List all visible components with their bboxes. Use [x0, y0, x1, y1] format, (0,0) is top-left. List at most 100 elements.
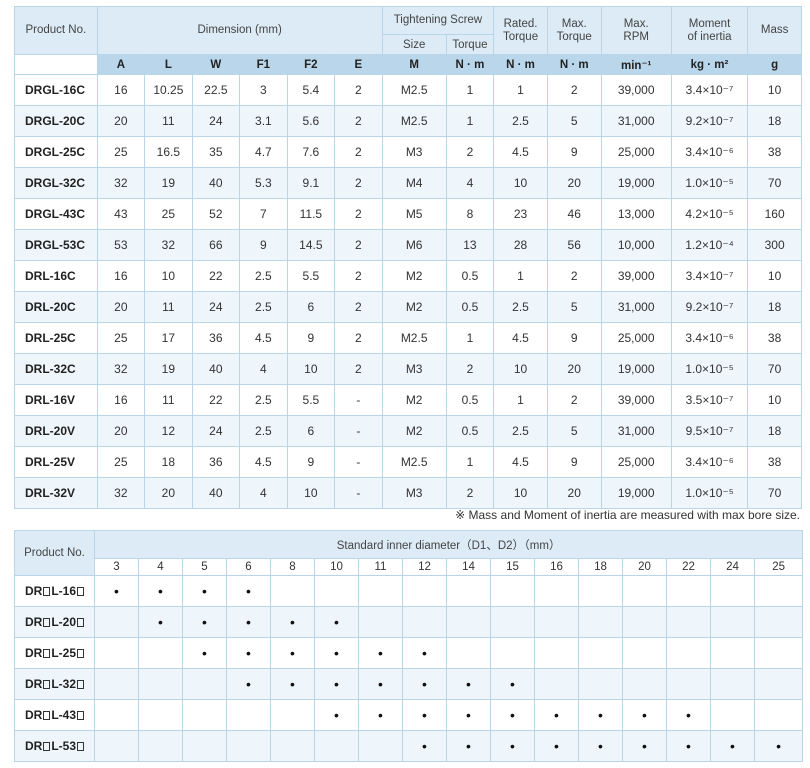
bore-cell: •: [622, 730, 667, 762]
table-cell: 4: [239, 477, 288, 509]
bore-cell: [534, 637, 579, 669]
table-cell: 1.0×10⁻⁵: [670, 477, 749, 509]
available-dot-icon: •: [642, 737, 647, 754]
product-number: DRL-20C: [14, 291, 98, 323]
unit-cell: kg · m²: [670, 54, 749, 75]
unit-cell: W: [191, 54, 241, 75]
table-cell: 16: [96, 260, 146, 292]
unit-row: A L W F1 F2 E M N · mN · mN · m min⁻¹ kg · m² g: [14, 54, 802, 75]
bore-cell: •: [710, 730, 755, 762]
unit-cell: F2: [286, 54, 336, 75]
table-cell: 1: [493, 384, 548, 416]
table-cell: 2: [334, 322, 383, 354]
table-cell: 2: [334, 260, 383, 292]
available-dot-icon: •: [642, 706, 647, 723]
table-cell: M6: [381, 229, 447, 261]
table-cell: 9.2×10⁻⁷: [670, 291, 749, 323]
table-cell: 32: [144, 229, 193, 261]
available-dot-icon: •: [246, 644, 251, 661]
table-cell: 1.2×10⁻⁴: [670, 229, 749, 261]
bore-cell: •: [534, 699, 579, 731]
table-cell: 0.5: [445, 415, 495, 447]
bore-cell: [753, 699, 804, 731]
bore-cell: [534, 575, 579, 607]
table-cell: 10: [493, 353, 548, 385]
bore-size-header: 3: [94, 558, 139, 576]
table-cell: M2: [381, 415, 447, 447]
product-number: DRGL-32C: [14, 167, 98, 199]
bore-size-header: 12: [402, 558, 447, 576]
table-cell: 9: [546, 446, 602, 478]
bore-cell: •: [270, 606, 315, 638]
table-cell: 16: [96, 74, 146, 106]
table-row: DR L-43 • • • • • • • • •: [14, 699, 804, 731]
placeholder-box-icon: [77, 742, 85, 751]
table-cell: 4.2×10⁻⁵: [670, 198, 749, 230]
bore-product-number: DR L-25: [14, 637, 95, 669]
placeholder-box-icon: [43, 587, 51, 596]
bore-cell: [226, 730, 271, 762]
table-cell: 4.5: [239, 322, 288, 354]
table-cell: 40: [191, 353, 241, 385]
bore-cell: •: [402, 699, 447, 731]
bore-cell: [138, 637, 183, 669]
table-cell: 66: [191, 229, 241, 261]
table-cell: 2.5: [239, 384, 288, 416]
table-cell: 4: [239, 353, 288, 385]
size-row: 3 4 5 6 8 10 11 12 14 15 16 18 20 22 24 25: [15, 558, 804, 576]
table-cell: 2.5: [493, 291, 548, 323]
table-cell: 2: [334, 105, 383, 137]
table-cell: 2.5: [239, 260, 288, 292]
table-cell: 0.5: [445, 384, 495, 416]
bore-cell: [446, 637, 491, 669]
table-cell: -: [334, 477, 383, 509]
table-cell: 14.5: [286, 229, 336, 261]
available-dot-icon: •: [246, 582, 251, 599]
bore-cell: [753, 575, 804, 607]
table-cell: 4.5: [239, 446, 288, 478]
bore-body: DR L-16 • • • • DR L-20 • • • • • DR L-25 • • • • • • DR L-32 •…: [14, 575, 804, 762]
table-cell: 9: [546, 136, 602, 168]
placeholder-box-icon: [43, 742, 51, 751]
bore-cell: [138, 668, 183, 700]
bore-size-header: 22: [666, 558, 711, 576]
bore-cell: [710, 637, 755, 669]
bore-size-header: 5: [182, 558, 227, 576]
table-cell: 5: [546, 105, 602, 137]
table-cell: 16.5: [144, 136, 193, 168]
table-cell: 19,000: [600, 167, 672, 199]
table-cell: 5.3: [239, 167, 288, 199]
table-cell: 1: [493, 260, 548, 292]
unit-cell: E: [334, 54, 383, 75]
table-cell: 25: [96, 136, 146, 168]
table-cell: 10: [493, 477, 548, 509]
table-cell: 22.5: [191, 74, 241, 106]
table-cell: 5.4: [286, 74, 336, 106]
table-row: DRGL-32C 32 19 40 5.3 9.1 2 M4 4 10 20 19,000 1.0×10…: [14, 167, 802, 199]
table-cell: 38: [747, 136, 802, 168]
bore-product-number: DR L-32: [14, 668, 95, 700]
table-cell: 3.1: [239, 105, 288, 137]
table-cell: M2.5: [381, 446, 447, 478]
table-cell: 38: [747, 322, 802, 354]
bore-cell: •: [94, 575, 139, 607]
bore-cell: •: [402, 637, 447, 669]
table-cell: 6: [286, 415, 336, 447]
table-cell: 5.5: [286, 260, 336, 292]
table-cell: 1: [493, 74, 548, 106]
table-cell: M5: [381, 198, 447, 230]
table-cell: 24: [191, 291, 241, 323]
bore-cell: [138, 730, 183, 762]
table-cell: M2: [381, 291, 447, 323]
table-cell: M2: [381, 260, 447, 292]
table-cell: 20: [96, 291, 146, 323]
table-cell: 70: [747, 167, 802, 199]
bore-cell: •: [314, 668, 359, 700]
table-cell: 3: [239, 74, 288, 106]
available-dot-icon: •: [422, 737, 427, 754]
bore-cell: [710, 668, 755, 700]
bore-cell: •: [490, 668, 535, 700]
bore-cell: [446, 575, 491, 607]
bore-cell: [490, 637, 535, 669]
available-dot-icon: •: [290, 613, 295, 630]
